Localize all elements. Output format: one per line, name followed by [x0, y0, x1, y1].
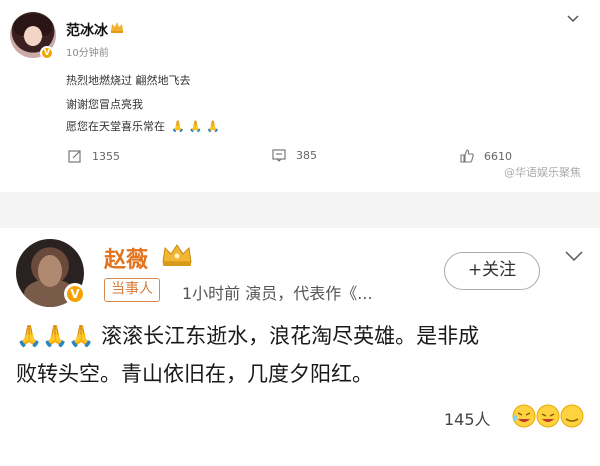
post-text-line: 🙏🙏🙏 滚滚长江东逝水，浪花淘尽英雄。是非成: [16, 320, 479, 350]
status-badge: 当事人: [104, 278, 160, 302]
like-button[interactable]: 6610: [460, 149, 512, 163]
post-text-line: 愿您在天堂喜乐常在 🙏🙏🙏: [66, 118, 224, 134]
praying-hands-icon: 🙏🙏🙏: [16, 324, 95, 348]
comment-count: 385: [296, 149, 317, 162]
repost-button[interactable]: 1355: [68, 149, 120, 163]
post-divider: [0, 192, 600, 228]
verified-icon: V: [64, 283, 86, 305]
crown-icon: [162, 244, 192, 266]
avatar-face: [24, 26, 42, 46]
like-count: 145人: [444, 410, 491, 429]
verified-icon: V: [40, 46, 54, 60]
post-text-line: 谢谢您冒点亮我: [66, 98, 143, 111]
username[interactable]: 赵薇: [104, 242, 148, 274]
weibo-post-2: V 赵薇 +关注 当事人 1小时前 演员，代表作《... 🙏🙏🙏 滚滚长江东逝水…: [0, 228, 600, 466]
post-text-line: 败转头空。青山依旧在，几度夕阳红。: [16, 362, 373, 386]
post-text: 滚滚长江东逝水，浪花淘尽英雄。是非成: [101, 324, 480, 348]
weibo-post-1: V 范冰冰 10分钟前 热烈地燃烧过 翩然地飞去 谢谢您冒点亮我 愿您在天堂喜乐…: [0, 0, 600, 192]
comment-button[interactable]: 385: [272, 149, 317, 162]
like-icon: [460, 149, 474, 163]
avatar-face: [38, 255, 62, 287]
praying-hands-icon: 🙏🙏🙏: [171, 120, 225, 133]
more-chevron-icon[interactable]: [566, 14, 580, 24]
follow-button[interactable]: +关注: [444, 252, 540, 290]
comment-icon: [272, 149, 286, 162]
like-count: 6610: [484, 149, 512, 163]
crown-icon: [111, 22, 123, 33]
repost-count: 1355: [92, 149, 120, 163]
username[interactable]: 范冰冰: [66, 20, 108, 40]
emoji-reaction-icon[interactable]: [508, 402, 584, 430]
repost-icon: [68, 150, 81, 163]
post-meta: 1小时前 演员，代表作《...: [182, 284, 373, 303]
post-text: 愿您在天堂喜乐常在: [66, 120, 165, 133]
watermark: @华语娱乐聚焦: [504, 166, 581, 179]
timestamp: 10分钟前: [66, 48, 109, 59]
more-chevron-icon[interactable]: [564, 250, 584, 262]
post-text-line: 热烈地燃烧过 翩然地飞去: [66, 74, 191, 87]
